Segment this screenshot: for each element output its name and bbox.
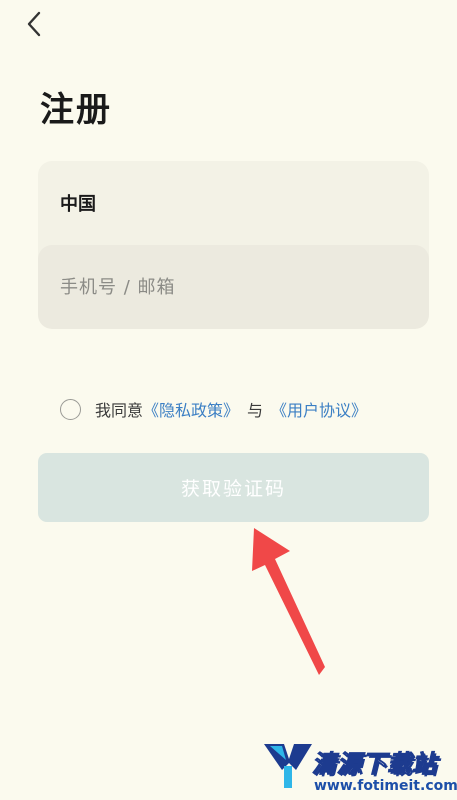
- agree-radio[interactable]: [60, 398, 81, 420]
- country-label: 中国: [60, 194, 96, 215]
- back-button[interactable]: [18, 8, 50, 40]
- user-agreement-link[interactable]: 《用户协议》: [271, 397, 367, 421]
- phone-email-input[interactable]: [38, 245, 429, 329]
- country-selector[interactable]: 中国: [38, 161, 429, 245]
- agree-prefix: 我同意: [95, 401, 144, 420]
- watermark-name: 清源下载站: [312, 750, 437, 779]
- watermark: 清源下载站 www.fotimeit.com: [262, 740, 457, 798]
- chevron-left-icon: [27, 11, 41, 37]
- agreement-row: 我同意 《隐私政策》 与 《用户协议》: [60, 395, 367, 423]
- privacy-policy-link[interactable]: 《隐私政策》: [143, 397, 239, 421]
- watermark-url: www.fotimeit.com: [314, 778, 457, 794]
- page-title: 注册: [40, 90, 112, 130]
- agree-joiner: 与: [247, 401, 264, 420]
- watermark-logo-icon: [264, 744, 312, 788]
- get-verification-code-button[interactable]: 获取验证码: [38, 453, 429, 522]
- registration-form: 中国: [38, 161, 429, 329]
